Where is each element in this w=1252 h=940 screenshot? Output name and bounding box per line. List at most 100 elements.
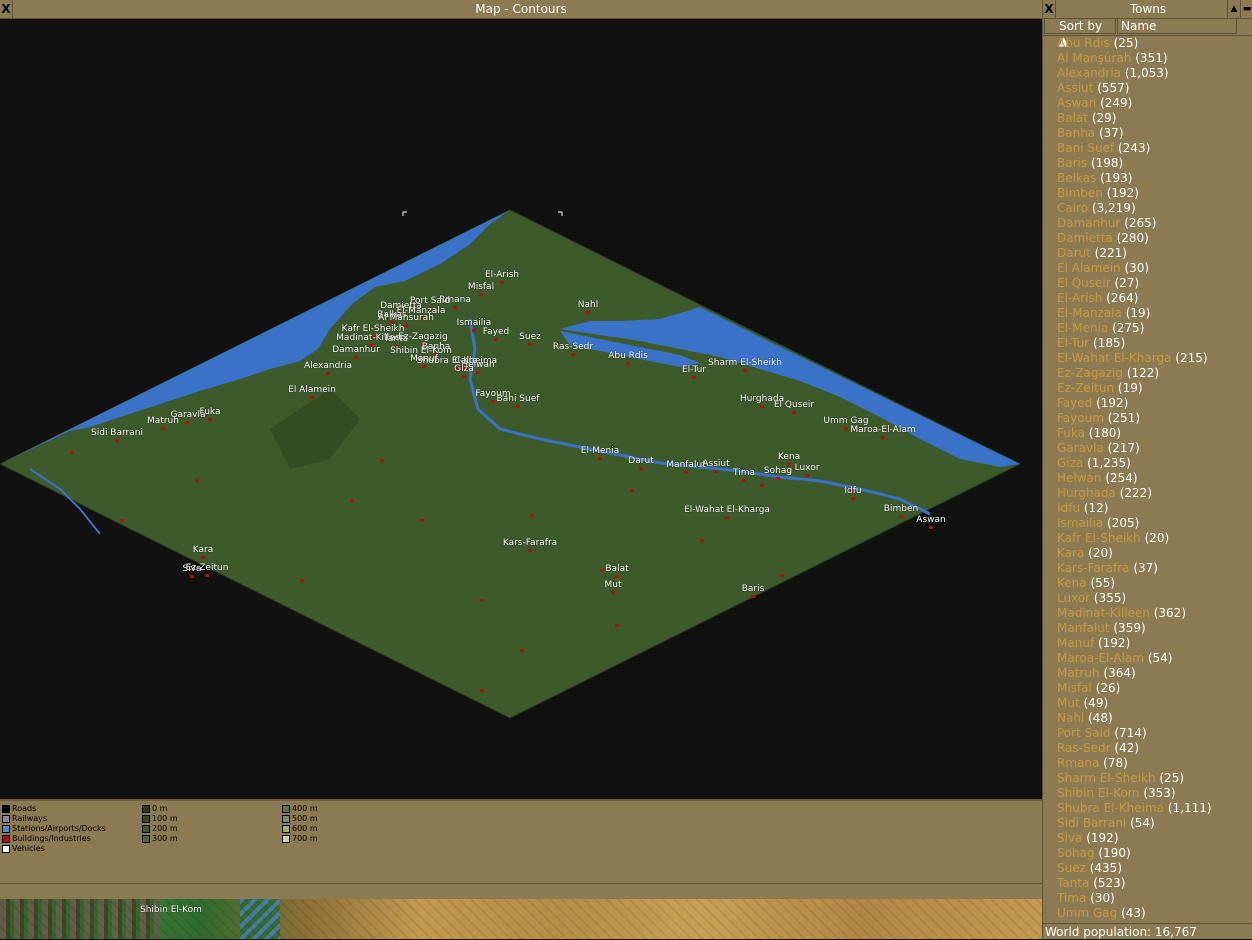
map-town-label[interactable]: Alexandria	[304, 361, 352, 371]
town-list-item[interactable]: El-Wahat El-Kharga (215)	[1057, 351, 1247, 366]
town-list-item[interactable]: Mut (49)	[1057, 696, 1247, 711]
contour-map[interactable]	[0, 19, 1042, 799]
map-viewport[interactable]: El-Arish Misfal Rmana Port Said Damietta El-M…	[0, 19, 1042, 799]
map-town-label[interactable]: Sharm El-Sheikh	[708, 358, 782, 368]
town-list-item[interactable]: Alexandria (1,053)	[1057, 66, 1247, 81]
map-town-label[interactable]: Tima	[733, 468, 755, 478]
town-list-item[interactable]: Kena (55)	[1057, 576, 1247, 591]
town-list-item[interactable]: Ez-Zagazig (122)	[1057, 366, 1247, 381]
town-list-item[interactable]: El Quseir (27)	[1057, 276, 1247, 291]
map-town-label[interactable]: Damanhur	[332, 345, 380, 355]
map-town-label[interactable]: Luxor	[795, 463, 820, 473]
town-list-item[interactable]: Baris (198)	[1057, 156, 1247, 171]
map-town-label[interactable]: Kara	[193, 545, 213, 555]
town-list-item[interactable]: Giza (1,235)	[1057, 456, 1247, 471]
town-list-item[interactable]: Fayoum (251)	[1057, 411, 1247, 426]
town-list-item[interactable]: Banha (37)	[1057, 126, 1247, 141]
map-town-label[interactable]: Darut	[628, 456, 653, 466]
town-list-item[interactable]: Sharm El-Sheikh (25)	[1057, 771, 1247, 786]
town-list-item[interactable]: El Alamein (30)	[1057, 261, 1247, 276]
map-town-label[interactable]: Balat	[605, 564, 628, 574]
town-list-item[interactable]: Kafr El-Sheikh (20)	[1057, 531, 1247, 546]
town-list-item[interactable]: Nahl (48)	[1057, 711, 1247, 726]
map-town-label[interactable]: Bani Suef	[497, 394, 540, 404]
town-list-item[interactable]: Damietta (280)	[1057, 231, 1247, 246]
map-town-label[interactable]: Maroa-El-Alam	[850, 425, 915, 435]
town-list-item[interactable]: Kara (20)	[1057, 546, 1247, 561]
map-town-label[interactable]: Mut	[605, 580, 622, 590]
town-list-item[interactable]: Garavla (217)	[1057, 441, 1247, 456]
town-list-item[interactable]: El-Arish (264)	[1057, 291, 1247, 306]
town-list-item[interactable]: Ez-Zeitun (19)	[1057, 381, 1247, 396]
town-list-item[interactable]: El-Tur (185)	[1057, 336, 1247, 351]
sort-order-button[interactable]: Sort by ▲	[1044, 18, 1116, 48]
town-list-item[interactable]: Sidi Barrani (54)	[1057, 816, 1247, 831]
map-town-label[interactable]: Al Mansurah	[378, 313, 434, 323]
map-town-label[interactable]: Baris	[742, 584, 765, 594]
town-list-item[interactable]: El-Manzala (19)	[1057, 306, 1247, 321]
town-list-item[interactable]: Bimben (192)	[1057, 186, 1247, 201]
map-town-label[interactable]: Idfu	[844, 486, 861, 496]
map-town-label[interactable]: El-Arish	[485, 270, 519, 280]
town-list-item[interactable]: Balat (29)	[1057, 111, 1247, 126]
map-town-label[interactable]: Misfal	[468, 282, 494, 292]
close-icon[interactable]: X	[1043, 0, 1056, 18]
map-town-label[interactable]: Ez-Zagazig	[398, 332, 448, 342]
town-list-item[interactable]: Manfalut (359)	[1057, 621, 1247, 636]
map-town-label[interactable]: Kena	[778, 452, 800, 462]
town-list-item[interactable]: Umm Gag (43)	[1057, 906, 1247, 921]
close-icon[interactable]: X	[0, 0, 13, 18]
map-town-label[interactable]: Manfalut	[666, 460, 705, 470]
map-titlebar[interactable]: X Map - Contours	[0, 0, 1042, 19]
map-town-label[interactable]: El-Menia	[581, 446, 619, 456]
map-town-label[interactable]: Fuka	[200, 407, 221, 417]
town-list-item[interactable]: Ras-Sedr (42)	[1057, 741, 1247, 756]
town-list-item[interactable]: Fuka (180)	[1057, 426, 1247, 441]
town-list-item[interactable]: Belkas (193)	[1057, 171, 1247, 186]
map-town-label[interactable]: Aswan	[916, 515, 945, 525]
sort-criteria-dropdown[interactable]: Name ▼	[1117, 18, 1237, 34]
town-list-item[interactable]: Al Manşūrah (351)	[1057, 51, 1247, 66]
town-list-item[interactable]: Sohag (190)	[1057, 846, 1247, 861]
town-list[interactable]: Abu Rdis (25) Al Manşūrah (351) Alexandria…	[1057, 36, 1247, 921]
map-town-label[interactable]: Banha	[422, 342, 451, 352]
game-town-label[interactable]: Shibin El-Kom	[140, 905, 202, 915]
sticky-pin-icon[interactable]: ▲	[1227, 0, 1240, 18]
town-list-item[interactable]: Idfu (12)	[1057, 501, 1247, 516]
map-town-label[interactable]: Sohag	[764, 466, 792, 476]
town-list-item[interactable]: Luxor (355)	[1057, 591, 1247, 606]
town-list-item[interactable]: Kars-Farafra (37)	[1057, 561, 1247, 576]
town-list-item[interactable]: Abu Rdis (25)	[1057, 36, 1247, 51]
map-town-label[interactable]: El Quseir	[774, 400, 814, 410]
map-town-label[interactable]: Giza	[454, 364, 474, 374]
towns-titlebar[interactable]: X Towns ▲ ▬	[1043, 0, 1252, 19]
map-town-label[interactable]: Suez	[519, 332, 541, 342]
map-town-label[interactable]: El-Tur	[682, 365, 706, 375]
map-town-label[interactable]: Assiut	[702, 459, 729, 469]
town-list-item[interactable]: Suez (435)	[1057, 861, 1247, 876]
map-town-label[interactable]: Ras-Sedr	[553, 342, 593, 352]
town-list-item[interactable]: Tanta (523)	[1057, 876, 1247, 891]
town-list-item[interactable]: Fayed (192)	[1057, 396, 1247, 411]
town-list-item[interactable]: Misfal (26)	[1057, 681, 1247, 696]
town-list-item[interactable]: Matruh (364)	[1057, 666, 1247, 681]
town-list-item[interactable]: Ismailia (205)	[1057, 516, 1247, 531]
town-list-item[interactable]: Tima (30)	[1057, 891, 1247, 906]
map-town-label[interactable]: Abu Rdis	[608, 351, 648, 361]
town-list-item[interactable]: Helwan (254)	[1057, 471, 1247, 486]
town-list-item[interactable]: Assiut (557)	[1057, 81, 1247, 96]
town-list-item[interactable]: El-Menia (275)	[1057, 321, 1247, 336]
map-town-label[interactable]: Ez-Zeitun	[186, 563, 229, 573]
town-list-item[interactable]: Manuf (192)	[1057, 636, 1247, 651]
town-list-item[interactable]: Shibin El-Kom (353)	[1057, 786, 1247, 801]
map-town-label[interactable]: Nahl	[578, 300, 598, 310]
map-town-label[interactable]: Sidi Barrani	[91, 428, 143, 438]
map-town-label[interactable]: El Alamein	[288, 385, 336, 395]
town-list-item[interactable]: Port Said (714)	[1057, 726, 1247, 741]
town-list-item[interactable]: Darut (221)	[1057, 246, 1247, 261]
map-town-label[interactable]: Fayed	[483, 327, 509, 337]
town-list-item[interactable]: Madinat-Killeen (362)	[1057, 606, 1247, 621]
map-town-label[interactable]: Bimben	[884, 504, 918, 514]
town-list-item[interactable]: Rmana (78)	[1057, 756, 1247, 771]
town-list-item[interactable]: Hurghada (222)	[1057, 486, 1247, 501]
